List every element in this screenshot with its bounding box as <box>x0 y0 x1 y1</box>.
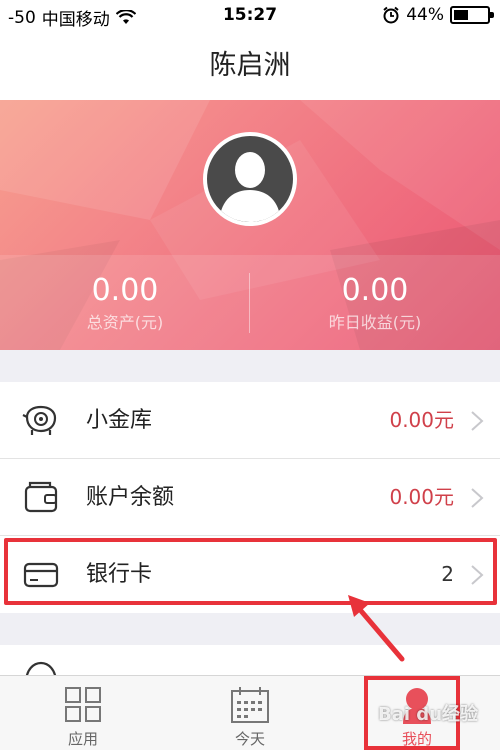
tab-apps-label: 应用 <box>67 730 98 748</box>
tab-today[interactable]: 今天 <box>167 676 333 750</box>
account-list: 小金库 0.00元 账户余额 0.00元 银行卡 2 <box>0 382 500 613</box>
vault-value: 0.00元 <box>389 408 454 432</box>
tab-mine[interactable]: 我的 <box>334 676 500 750</box>
chevron-right-icon <box>471 411 484 431</box>
yesterday-earnings-stat[interactable]: 0.00 昨日收益(元) <box>250 273 500 335</box>
avatar[interactable] <box>203 132 297 226</box>
battery-percent: 44% <box>406 5 444 25</box>
page-title: 陈启洲 <box>209 50 291 81</box>
bank-card-icon <box>23 562 59 588</box>
tab-apps[interactable]: 应用 <box>0 676 166 750</box>
wallet-icon <box>24 481 58 513</box>
tab-mine-label: 我的 <box>401 730 432 748</box>
tab-bar: 应用 今天 我的 <box>0 675 500 750</box>
piggy-bank-icon <box>22 405 57 435</box>
user-icon <box>403 688 431 724</box>
total-assets-label: 总资产(元) <box>86 313 164 332</box>
yesterday-earnings-value: 0.00 <box>341 273 409 308</box>
chevron-right-icon <box>471 565 484 585</box>
tab-today-label: 今天 <box>234 730 265 748</box>
balance-value: 0.00元 <box>389 485 454 509</box>
user-silhouette-icon <box>219 152 281 222</box>
profile-header: 0.00 总资产(元) 0.00 昨日收益(元) <box>0 100 500 350</box>
list-item-vault[interactable]: 小金库 0.00元 <box>0 382 500 459</box>
nav-bar: 陈启洲 <box>0 32 500 100</box>
list-item-balance[interactable]: 账户余额 0.00元 <box>0 459 500 536</box>
bank-card-label: 银行卡 <box>86 562 153 587</box>
vault-label: 小金库 <box>86 408 153 433</box>
yesterday-earnings-label: 昨日收益(元) <box>328 313 422 332</box>
balance-label: 账户余额 <box>86 485 175 510</box>
calendar-icon <box>231 687 269 723</box>
total-assets-value: 0.00 <box>91 273 159 308</box>
status-bar: -50 中国移动 15:27 44% <box>0 0 500 32</box>
bank-card-count: 2 <box>441 562 454 586</box>
total-assets-stat[interactable]: 0.00 总资产(元) <box>0 273 250 335</box>
grid-icon <box>65 687 101 722</box>
list-item-bank-card[interactable]: 银行卡 2 <box>0 536 500 613</box>
annotation-arrow-icon <box>348 595 405 662</box>
battery-icon <box>450 6 494 24</box>
stats-panel: 0.00 总资产(元) 0.00 昨日收益(元) <box>0 255 500 350</box>
partial-row-icon <box>25 661 57 675</box>
next-list-section <box>0 645 500 675</box>
chevron-right-icon <box>471 488 484 508</box>
alarm-icon <box>383 6 399 24</box>
